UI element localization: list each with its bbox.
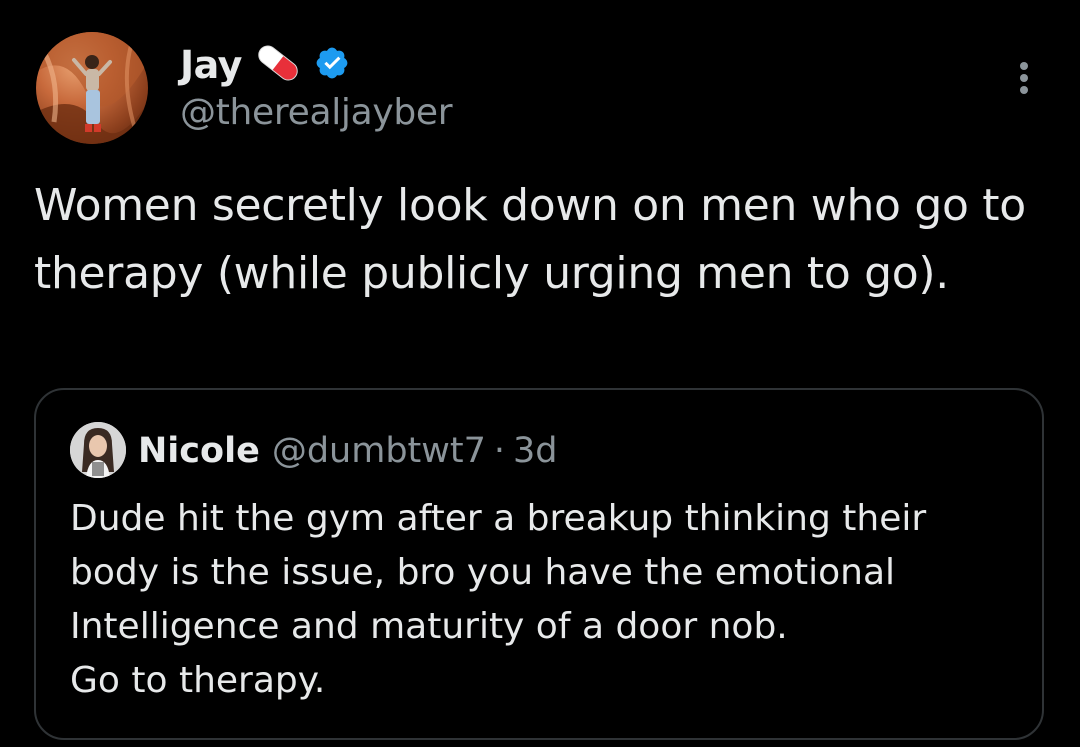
quoted-author-handle[interactable]: @dumbtwt7 (272, 431, 486, 471)
quoted-tweet[interactable]: Nicole @dumbtwt7 · 3d Dude hit the gym a… (34, 388, 1044, 740)
author-name-row[interactable]: Jay (180, 40, 350, 90)
quoted-timestamp[interactable]: 3d (513, 431, 558, 471)
separator-dot: · (493, 431, 506, 471)
quoted-header: Nicole @dumbtwt7 · 3d (138, 424, 558, 478)
quoted-author-avatar[interactable] (70, 422, 126, 478)
tweet-text: Women secretly look down on men who go t… (34, 180, 1026, 299)
verified-badge-icon (314, 45, 350, 85)
quoted-author-name[interactable]: Nicole (138, 431, 260, 471)
author-name[interactable]: Jay (180, 43, 242, 87)
quoted-avatar-image (70, 422, 126, 478)
author-handle[interactable]: @therealjayber (180, 92, 453, 133)
pill-icon (252, 43, 304, 87)
quoted-tweet-text: Dude hit the gym after a breakup thinkin… (70, 498, 927, 701)
more-vertical-icon[interactable] (1004, 58, 1044, 98)
author-avatar[interactable] (36, 32, 148, 144)
avatar-image (36, 32, 148, 144)
